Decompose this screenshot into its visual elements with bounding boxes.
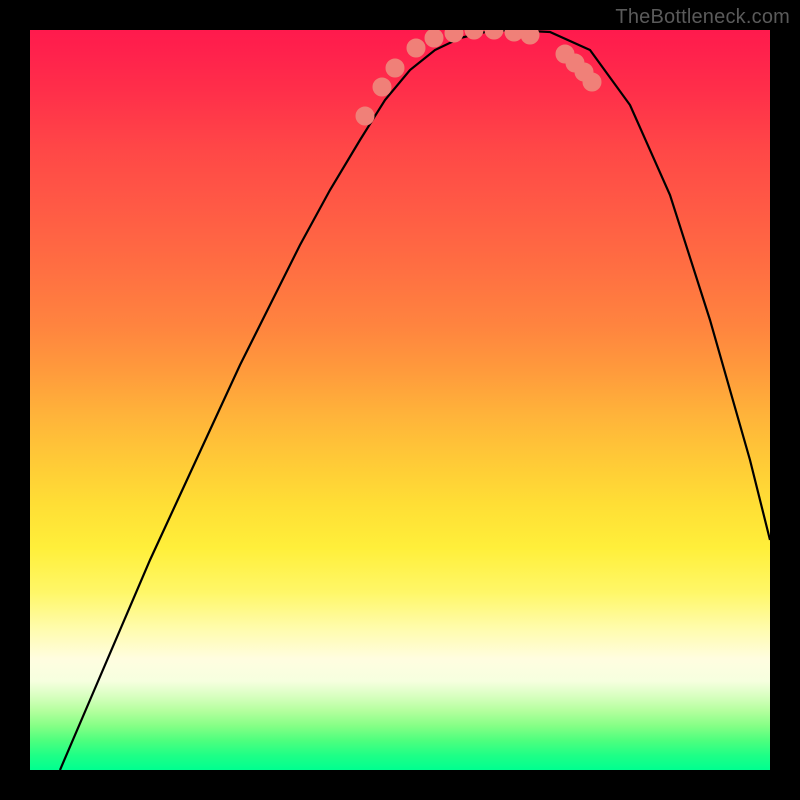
curve-marker: [505, 30, 523, 41]
curve-marker: [386, 59, 404, 77]
watermark-text: TheBottleneck.com: [615, 6, 790, 29]
curve-marker: [373, 78, 391, 96]
bottleneck-chart-svg: [30, 30, 770, 770]
curve-marker: [407, 39, 425, 57]
curve-marker: [445, 30, 463, 42]
chart-frame: TheBottleneck.com: [0, 0, 800, 800]
curve-marker: [465, 30, 483, 39]
curve-marker: [485, 30, 503, 39]
bottleneck-curve: [60, 30, 770, 770]
curve-marker: [356, 107, 374, 125]
curve-marker: [583, 73, 601, 91]
plot-area: [30, 30, 770, 770]
curve-marker: [521, 30, 539, 44]
curve-marker: [425, 30, 443, 47]
curve-markers: [356, 30, 601, 125]
